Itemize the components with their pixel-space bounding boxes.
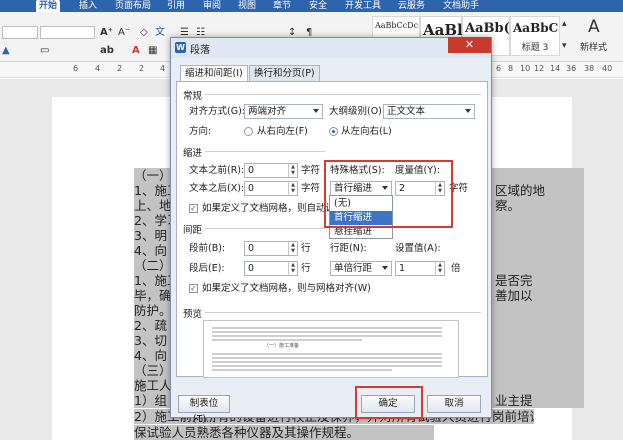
wps-logo-icon: W [175,42,186,53]
font-size-box[interactable] [40,26,95,39]
style-more-icon[interactable]: ▾ [562,40,567,53]
preview-box: （一）施工准备 [203,320,459,378]
menu-doc-assistant[interactable]: 文档助手 [440,0,482,12]
style-scroll-icon[interactable]: ▴ [562,18,567,31]
char-shading-icon[interactable]: ▦ [148,44,157,57]
cancel-button[interactable]: 取消 [427,395,481,413]
divider [205,94,481,95]
menu-page-layout[interactable]: 页面布局 [112,0,154,12]
char-border-icon[interactable]: ▭ [40,44,49,57]
section-general-title: 常规 [183,91,203,102]
ltr-label: 从左向右(L) [341,126,392,137]
spin-down-icon: ▼ [291,188,295,194]
divider [205,228,325,229]
outline-label: 大纲级别(O): [329,106,386,117]
dialog-titlebar[interactable]: W 段落 [171,38,491,58]
clear-format-icon[interactable]: ◇ [140,26,148,39]
new-style-icon: A [588,17,600,37]
outline-select[interactable]: 正文文本 [383,104,475,119]
doc-line-tail: 善加以 [492,288,536,303]
menu-home[interactable]: 开始 [36,0,61,12]
font-name-box[interactable] [2,26,38,39]
preview-sample-text: （一）施工准备 [264,343,300,349]
divider [205,151,325,152]
indent-after-stepper[interactable]: 0 ▲ ▼ [244,181,298,196]
new-style-button[interactable]: 新样式 [580,42,607,55]
auto-adjust-checkbox[interactable]: ✓ [189,204,198,213]
menu-review[interactable]: 审阅 [200,0,224,12]
menu-chapter[interactable]: 章节 [270,0,294,12]
menu-cloud[interactable]: 云服务 [395,0,428,12]
section-preview-title: 预览 [183,309,203,320]
spin-down-icon: ▼ [291,170,295,176]
menu-references[interactable]: 引用 [164,0,188,12]
direction-label: 方向: [189,126,212,137]
doc-line-tail: 业主提 [492,393,536,408]
doc-line-tail: 察。 [492,198,524,213]
font-color-icon[interactable]: A [132,44,140,57]
section-spacing-title: 间距 [183,225,203,236]
highlight-box-ok [355,386,423,419]
menu-security[interactable]: 安全 [306,0,330,12]
chevron-down-icon [465,109,471,113]
line-spacing-label: 行距(N): [330,243,367,254]
setting-value-stepper[interactable]: 1 ▲ ▼ [395,261,445,276]
menu-insert[interactable]: 插入 [76,0,100,12]
close-icon: ✕ [464,38,475,51]
space-before-unit[interactable]: 行 [301,242,311,255]
spin-down-icon: ▼ [438,268,442,274]
font-shrink-icon[interactable]: A⁻ [118,26,130,39]
menu-bar: 开始 插入 页面布局 引用 审阅 视图 章节 安全 开发工具 云服务 文档助手 [0,0,623,12]
align-select[interactable]: 两端对齐 [244,104,323,119]
doc-line-tail: 区域的地 [492,183,549,198]
chevron-down-icon [382,266,388,270]
space-after-unit[interactable]: 行 [301,262,311,275]
snap-grid-checkbox[interactable]: ✓ [189,284,198,293]
section-indent-title: 缩进 [183,148,203,159]
style-tile-heading3[interactable]: AaBbC 标题 3 [510,16,560,56]
align-label: 对齐方式(G): [189,106,245,117]
font-color-small-icon[interactable]: ▲ [2,44,10,57]
line-spacing-select[interactable]: 单倍行距 [330,261,392,276]
setting-value-unit: 倍 [451,263,461,274]
close-button[interactable]: ✕ [448,37,491,53]
menu-developer[interactable]: 开发工具 [342,0,384,12]
doc-line-tail: 是否完 [492,273,536,288]
highlight-box-special-format [324,160,453,228]
indent-before-stepper[interactable]: 0 ▲ ▼ [244,163,298,178]
space-before-label: 段前(B): [189,243,226,254]
tab-line-page-breaks[interactable]: 换行和分页(P) [249,65,320,81]
indent-after-unit[interactable]: 字符 [301,182,320,195]
space-after-label: 段后(E): [189,263,225,274]
spin-down-icon: ▼ [291,268,295,274]
highlight-icon[interactable]: ab [100,44,114,57]
doc-line: 保试验人员熟悉各种仪器及其操作规程。 [134,425,434,440]
ltr-radio[interactable] [329,127,338,136]
space-after-stepper[interactable]: 0 ▲ ▼ [244,261,298,276]
rtl-label: 从右向左(F) [257,126,308,137]
indent-before-unit[interactable]: 字符 [301,164,320,177]
menu-view[interactable]: 视图 [235,0,259,12]
font-grow-icon[interactable]: A⁺ [100,26,113,39]
phonetic-icon[interactable]: 文 [155,26,165,39]
paragraph-dialog: W 段落 ✕ 缩进和间距(I) 换行和分页(P) 常规 对齐方式(G): 两端对… [170,37,492,425]
tab-indent-spacing[interactable]: 缩进和间距(I) [180,65,248,82]
indent-after-label: 文本之后(X): [189,183,245,194]
divider [205,312,481,313]
dialog-title: 段落 [190,45,210,56]
rtl-radio[interactable] [244,127,253,136]
snap-grid-label: 如果定义了文档网格，则与网格对齐(W) [202,283,371,294]
indent-before-label: 文本之前(R): [189,165,245,176]
tabs-button[interactable]: 制表位(T)... [178,395,230,425]
spin-down-icon: ▼ [291,248,295,254]
space-before-stepper[interactable]: 0 ▲ ▼ [244,241,298,256]
setting-value-label: 设置值(A): [395,243,441,254]
chevron-down-icon [313,109,319,113]
